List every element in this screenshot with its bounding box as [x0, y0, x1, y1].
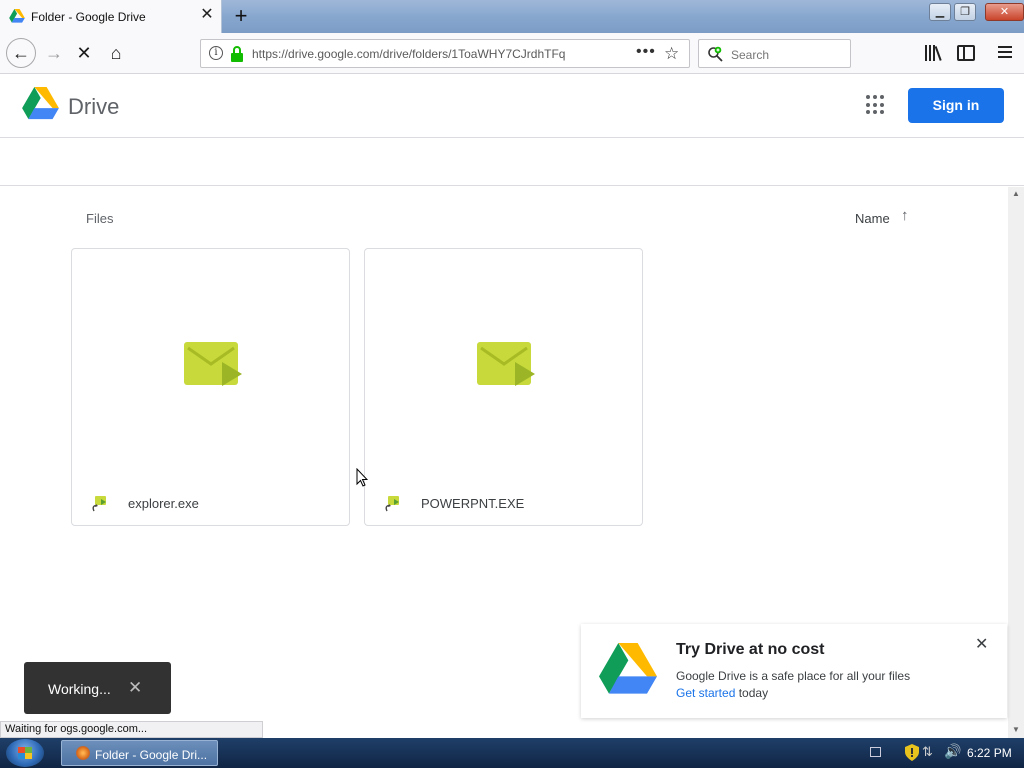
tab-title: Folder - Google Drive — [31, 10, 146, 24]
file-card[interactable]: POWERPNT.EXE — [364, 248, 643, 526]
close-window-button[interactable]: ✕ — [985, 3, 1024, 21]
taskbar-item-label: Folder - Google Dri... — [95, 748, 208, 762]
plus-icon[interactable]: + — [231, 5, 251, 27]
get-started-link[interactable]: Get started — [676, 686, 735, 700]
menu-icon[interactable] — [998, 46, 1012, 60]
exe-thumbnail-icon — [184, 342, 242, 386]
drive-logo-icon — [599, 643, 657, 694]
drive-logo-icon[interactable] — [22, 87, 59, 120]
chevron-up-icon[interactable]: ▲ — [1012, 189, 1020, 198]
snackbar-text: Working... — [48, 681, 111, 697]
shield-icon[interactable] — [905, 744, 919, 761]
network-icon[interactable]: ⇅ — [922, 744, 940, 761]
apps-icon[interactable] — [866, 95, 886, 115]
back-icon[interactable]: ← — [6, 38, 36, 68]
close-icon[interactable]: ✕ — [975, 634, 988, 654]
promo-cta-line: Get started today — [676, 686, 768, 700]
more-icon[interactable]: ••• — [636, 43, 656, 61]
restore-window-button[interactable]: ❐ — [954, 3, 976, 21]
sign-in-button[interactable]: Sign in — [908, 88, 1004, 123]
page-scrollbar[interactable]: ▲ ▼ — [1008, 187, 1024, 738]
drive-favicon-icon — [9, 9, 25, 23]
home-icon[interactable]: ⌂ — [102, 39, 130, 67]
info-icon[interactable]: i — [209, 46, 223, 60]
keyboard-icon[interactable] — [870, 747, 881, 757]
tab-google-drive[interactable]: Folder - Google Drive ✕ — [0, 0, 222, 33]
status-bar: Waiting for ogs.google.com... — [0, 721, 263, 738]
try-drive-promo: Try Drive at no cost Google Drive is a s… — [581, 624, 1007, 718]
search-placeholder: Search — [731, 48, 770, 62]
navigation-toolbar: ← → ✕ ⌂ i https://drive.google.com/drive… — [0, 33, 1024, 74]
clock[interactable]: 6:22 PM — [967, 746, 1012, 760]
chevron-down-icon[interactable]: ▼ — [1012, 725, 1020, 734]
stop-icon[interactable]: ✕ — [70, 39, 98, 67]
search-input[interactable]: Search — [698, 39, 851, 68]
sidebar-icon[interactable] — [957, 45, 975, 61]
close-icon[interactable]: ✕ — [128, 678, 142, 698]
promo-title: Try Drive at no cost — [676, 641, 825, 658]
exe-file-icon — [385, 496, 399, 512]
search-icon — [708, 46, 723, 62]
exe-thumbnail-icon — [477, 342, 535, 386]
drive-header: Drive Sign in — [0, 74, 1024, 138]
url-text[interactable]: https://drive.google.com/drive/folders/1… — [252, 47, 602, 61]
promo-text: Google Drive is a safe place for all you… — [676, 669, 911, 683]
sort-by-name-button[interactable]: Name — [855, 211, 890, 226]
sort-up-icon[interactable]: ↑ — [901, 207, 909, 224]
file-card[interactable]: explorer.exe — [71, 248, 350, 526]
tab-strip: Folder - Google Drive ✕ + ▁ ❐ ✕ — [0, 0, 1024, 33]
exe-file-icon — [92, 496, 106, 512]
forward-icon[interactable]: → — [40, 39, 68, 67]
close-tab-icon[interactable]: ✕ — [199, 7, 215, 23]
lock-icon — [231, 46, 243, 62]
toolbar-area — [0, 138, 1024, 186]
volume-icon[interactable]: 🔊 — [944, 743, 961, 760]
working-snackbar: Working... ✕ — [24, 662, 171, 714]
taskbar: Folder - Google Dri... ⇅ 🔊 6:22 PM — [0, 738, 1024, 768]
firefox-icon — [76, 746, 90, 760]
status-text: Waiting for ogs.google.com... — [5, 723, 148, 735]
windows-start-icon[interactable] — [6, 739, 44, 767]
library-icon[interactable] — [924, 45, 944, 61]
file-name[interactable]: POWERPNT.EXE — [421, 496, 524, 511]
star-icon[interactable]: ☆ — [664, 44, 679, 64]
drive-title[interactable]: Drive — [68, 94, 119, 120]
promo-suffix: today — [735, 686, 769, 700]
file-name[interactable]: explorer.exe — [128, 496, 199, 511]
taskbar-item-firefox[interactable]: Folder - Google Dri... — [61, 740, 218, 766]
files-section-label: Files — [86, 211, 114, 226]
mouse-cursor-icon — [356, 468, 368, 487]
url-bar[interactable]: i https://drive.google.com/drive/folders… — [200, 39, 690, 68]
minimize-window-button[interactable]: ▁ — [929, 3, 951, 21]
